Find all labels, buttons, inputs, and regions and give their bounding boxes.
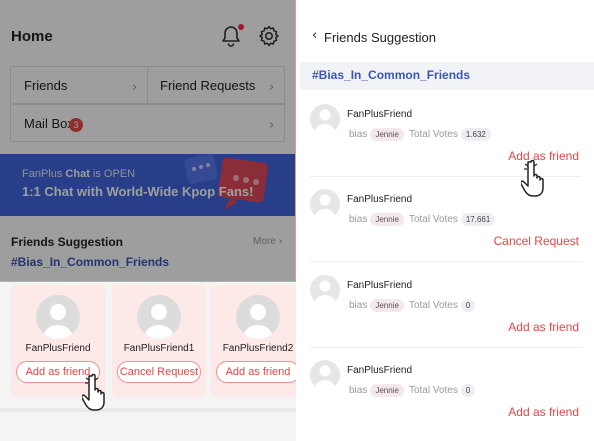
list-item: FanPlusFriend bias Jennie Total Votes 17.66… — [300, 189, 594, 273]
user-placeholder-icon — [314, 109, 336, 134]
friend-card: FanPlusFriend2 Add as friend — [211, 285, 296, 397]
friend-name: FanPlusFriend — [347, 280, 413, 291]
section-divider — [0, 408, 296, 412]
avatar[interactable] — [310, 275, 340, 305]
user-placeholder-icon — [314, 280, 336, 305]
add-friend-button[interactable]: Add as friend — [508, 405, 579, 419]
bias-chip: Jennie — [370, 384, 404, 397]
avatar[interactable] — [310, 104, 340, 134]
bias-in-common-tag: #Bias_In_Common_Friends — [312, 68, 471, 82]
friend-card-name: FanPlusFriend1 — [123, 343, 195, 354]
cancel-request-button[interactable]: Cancel Request — [117, 361, 201, 383]
divider — [310, 261, 582, 262]
user-placeholder-icon — [314, 194, 336, 219]
avatar[interactable] — [310, 189, 340, 219]
friend-meta: bias Jennie Total Votes 0 — [349, 384, 476, 397]
friend-card-name: FanPlusFriend2 — [222, 343, 294, 354]
divider — [310, 347, 582, 348]
dim-overlay — [0, 0, 296, 282]
bias-chip: Jennie — [370, 213, 404, 226]
user-placeholder-icon — [143, 304, 175, 339]
votes-chip: 0 — [460, 299, 476, 312]
add-friend-button[interactable]: Add as friend — [216, 361, 296, 383]
friend-card: FanPlusFriend1 Cancel Request — [112, 285, 206, 397]
list-item: FanPlusFriend bias Jennie Total Votes 0 Add… — [300, 360, 594, 441]
tap-hand-icon — [82, 373, 105, 411]
avatar — [137, 295, 181, 339]
friend-meta: bias Jennie Total Votes 1.632 — [349, 128, 491, 141]
user-placeholder-icon — [242, 304, 274, 339]
friend-name: FanPlusFriend — [347, 194, 413, 205]
home-screen: Home Friends › Friend Requests › Mail Bo… — [0, 0, 296, 441]
friend-name: FanPlusFriend — [347, 109, 413, 120]
friend-card-name: FanPlusFriend — [25, 343, 91, 354]
cancel-request-button[interactable]: Cancel Request — [494, 234, 579, 248]
back-chevron-icon[interactable]: ‹ — [312, 28, 317, 43]
friend-meta: bias Jennie Total Votes 0 — [349, 299, 476, 312]
avatar — [36, 295, 80, 339]
tap-hand-icon — [521, 159, 544, 197]
list-item: FanPlusFriend bias Jennie Total Votes 0 Add… — [300, 275, 594, 359]
bias-chip: Jennie — [370, 299, 404, 312]
avatar — [236, 295, 280, 339]
votes-chip: 1.632 — [460, 128, 491, 141]
friend-meta: bias Jennie Total Votes 17.661 — [349, 213, 496, 226]
user-placeholder-icon — [42, 304, 74, 339]
votes-chip: 17.661 — [460, 213, 496, 226]
avatar[interactable] — [310, 360, 340, 390]
add-friend-button[interactable]: Add as friend — [508, 320, 579, 334]
friends-suggestion-screen: ‹ Friends Suggestion #Bias_In_Common_Fri… — [300, 0, 594, 441]
votes-chip: 0 — [460, 384, 476, 397]
user-placeholder-icon — [314, 365, 336, 390]
friend-name: FanPlusFriend — [347, 365, 413, 376]
tag-bar: #Bias_In_Common_Friends — [300, 62, 594, 90]
page-title: Friends Suggestion — [324, 30, 437, 45]
bias-chip: Jennie — [370, 128, 404, 141]
